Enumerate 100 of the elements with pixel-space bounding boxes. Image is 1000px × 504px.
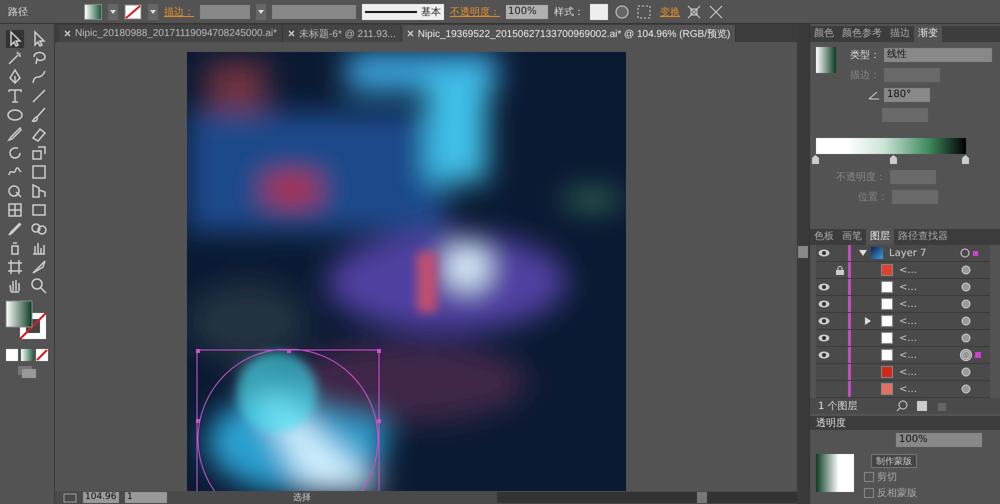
stroke-profile-dropdown[interactable]: 基本 [362,4,444,20]
screen-mode-icon[interactable] [16,365,38,379]
eyedropper-icon[interactable] [6,220,24,238]
target-icon[interactable] [960,248,970,258]
object-row[interactable]: <... [816,364,990,382]
zoom-icon[interactable] [30,277,48,295]
vertical-scrollbar[interactable] [797,24,809,504]
type-tool-icon[interactable] [6,87,24,105]
perspective-grid-icon[interactable] [30,182,48,200]
panel-tab[interactable]: 色板 [810,229,838,246]
document-tab[interactable]: Nipic_20180988_20171119094708245000.ai* [59,25,284,42]
target-icon[interactable] [960,281,972,294]
layer-name[interactable]: Layer 7 [889,248,960,259]
artboard-icon[interactable] [6,258,24,276]
expand-triangle-icon[interactable] [859,249,867,258]
panel-tab[interactable]: 图层 [866,229,894,246]
color-mode-icon[interactable] [6,349,18,361]
caret-icon[interactable] [108,4,118,20]
variable-width-field[interactable] [272,4,356,18]
panel-title[interactable]: 透明度 [816,418,846,429]
object-name[interactable]: <... [899,298,960,310]
scale-icon[interactable] [30,144,48,162]
pencil-icon[interactable] [6,125,24,143]
panel-tab[interactable]: 路径查找器 [894,229,952,246]
target-icon[interactable] [960,315,972,328]
make-mask-button[interactable]: 制作蒙版 [871,454,917,468]
object-thumbnail [881,383,893,396]
stroke-link[interactable]: 描边： [164,4,194,18]
layer-row[interactable]: Layer 7 [816,245,990,262]
gradient-mode-icon[interactable] [21,349,33,361]
object-name[interactable]: <... [899,350,960,361]
caret-icon[interactable] [148,4,158,20]
object-row[interactable]: <... [816,262,990,280]
panel-tab[interactable]: 描边 [886,26,914,42]
gradient-stop-icon[interactable] [812,155,819,164]
page-field[interactable]: 1 [125,492,167,503]
object-name[interactable]: <... [899,282,960,293]
lock-icon[interactable] [836,266,844,275]
caret-icon[interactable] [256,4,266,20]
opacity-field[interactable]: 100% [896,433,982,447]
panel-tab[interactable]: 颜色 [810,26,838,42]
gradient-stop-icon[interactable] [890,155,897,164]
line-tool-icon[interactable] [30,87,48,105]
eye-icon[interactable] [818,317,830,326]
panel-tab[interactable]: 颜色参考 [838,26,886,42]
target-icon[interactable] [960,383,972,396]
eye-icon[interactable] [818,249,830,258]
eye-icon[interactable] [818,351,830,360]
target-icon[interactable] [960,332,972,344]
target-icon[interactable] [960,264,972,276]
opacity-field[interactable]: 100% [506,4,548,18]
curvature-pen-icon[interactable] [30,68,48,86]
object-name[interactable]: <... [899,332,960,344]
eraser-icon[interactable] [30,125,48,143]
transform-link[interactable]: 变换 [660,4,680,18]
object-row[interactable]: <... [816,279,990,296]
close-icon[interactable] [406,30,414,37]
document-tab[interactable]: 未标题-6* @ 211.93... [283,25,402,42]
document-tab[interactable]: Nipic_19369522_20150627133700969002.ai* @ 104.96% (RGB/预览) [402,25,736,42]
object-name[interactable]: <... [899,264,960,276]
search-icon[interactable] [896,400,908,412]
magic-wand-icon[interactable] [6,49,24,67]
collapsed-triangle-icon[interactable] [865,317,871,326]
target-icon[interactable] [960,349,972,362]
object-thumbnail [881,298,893,310]
checkbox[interactable] [864,488,874,498]
object-row[interactable]: <... [816,347,990,364]
none-mode-icon[interactable] [36,349,48,361]
object-row[interactable]: <... [816,330,990,348]
panel-tab[interactable]: 画笔 [838,229,866,246]
object-row[interactable]: <... [816,296,990,314]
type-dropdown[interactable]: 线性 [884,48,992,62]
stroke-none-swatch[interactable] [124,4,142,20]
object-name[interactable]: <... [899,366,960,378]
brush-icon[interactable] [30,106,48,124]
angle-field[interactable]: 180° [884,88,930,102]
object-row[interactable]: <... [816,313,990,330]
eye-icon[interactable] [818,300,830,308]
mesh-icon[interactable] [6,201,24,219]
close-icon[interactable] [64,30,71,37]
pen-icon[interactable] [6,68,24,86]
horizontal-scrollbar[interactable] [497,492,797,503]
gradient-stop-icon[interactable] [962,155,969,164]
target-icon[interactable] [960,366,972,378]
panel-tab[interactable]: 渐变 [914,26,942,42]
stroke-weight-field[interactable] [200,4,250,18]
slice-icon[interactable] [30,258,48,276]
style-swatch[interactable] [590,4,608,20]
eye-icon[interactable] [818,283,830,292]
object-name[interactable]: <... [899,316,960,327]
object-name[interactable]: <... [899,384,960,395]
fill-swatch[interactable] [84,4,102,20]
object-thumbnail [881,366,893,378]
gradient-swatch[interactable] [816,47,836,73]
target-icon[interactable] [960,298,972,310]
eye-icon[interactable] [818,334,830,342]
zoom-field[interactable]: 104.96 [83,492,119,503]
checkbox[interactable] [864,472,874,482]
opacity-link[interactable]: 不透明度： [450,4,500,18]
close-icon[interactable] [288,30,296,37]
